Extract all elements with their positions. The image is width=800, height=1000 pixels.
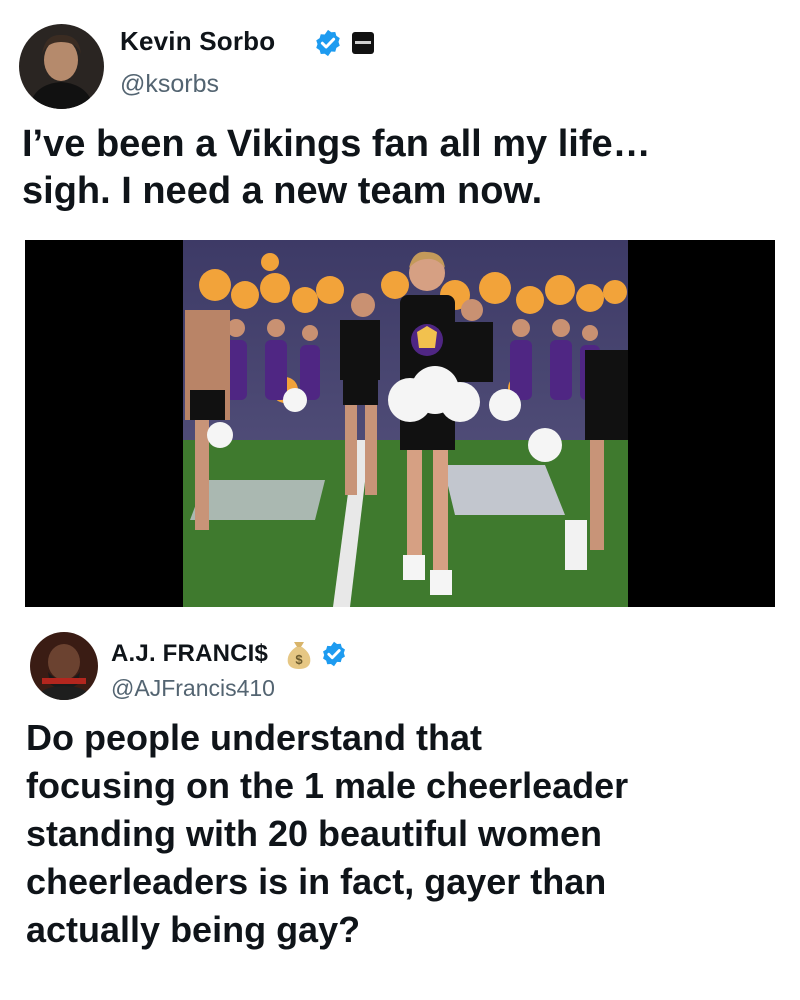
tweet-media-image[interactable]	[25, 240, 775, 607]
avatar-kevin-sorbo[interactable]	[19, 24, 104, 109]
author-handle[interactable]: @ksorbs	[120, 70, 219, 99]
svg-text:$: $	[295, 652, 303, 667]
affiliate-badge-icon	[352, 32, 374, 54]
tweet-text: I’ve been a Vikings fan all my life… sig…	[22, 121, 651, 215]
tweet-text: Do people understand that focusing on th…	[26, 714, 628, 954]
verified-check-icon	[316, 29, 340, 57]
avatar-aj-francis[interactable]	[30, 632, 98, 700]
tweet-text-line: Do people understand that	[26, 717, 483, 758]
avatar-photo-icon	[30, 632, 98, 700]
tweet-text-line: actually being gay?	[26, 909, 361, 950]
tweet-text-line: standing with 20 beautiful women	[26, 813, 603, 854]
tweet-text-line: cheerleaders is in fact, gayer than	[26, 861, 607, 902]
tweet-text-line: I’ve been a Vikings fan all my life…	[22, 123, 651, 165]
author-handle[interactable]: @AJFrancis410	[111, 675, 275, 702]
tweet-text-line: focusing on the 1 male cheerleader	[26, 765, 629, 806]
money-bag-icon: $	[287, 642, 311, 669]
author-name[interactable]: A.J. FRANCI$	[111, 640, 268, 668]
cheerleaders-photo	[25, 240, 775, 607]
tweet-text-line: sigh. I need a new team now.	[22, 170, 543, 212]
author-name[interactable]: Kevin Sorbo	[120, 26, 275, 57]
avatar-photo-icon	[19, 24, 104, 109]
verified-check-icon	[323, 641, 345, 667]
